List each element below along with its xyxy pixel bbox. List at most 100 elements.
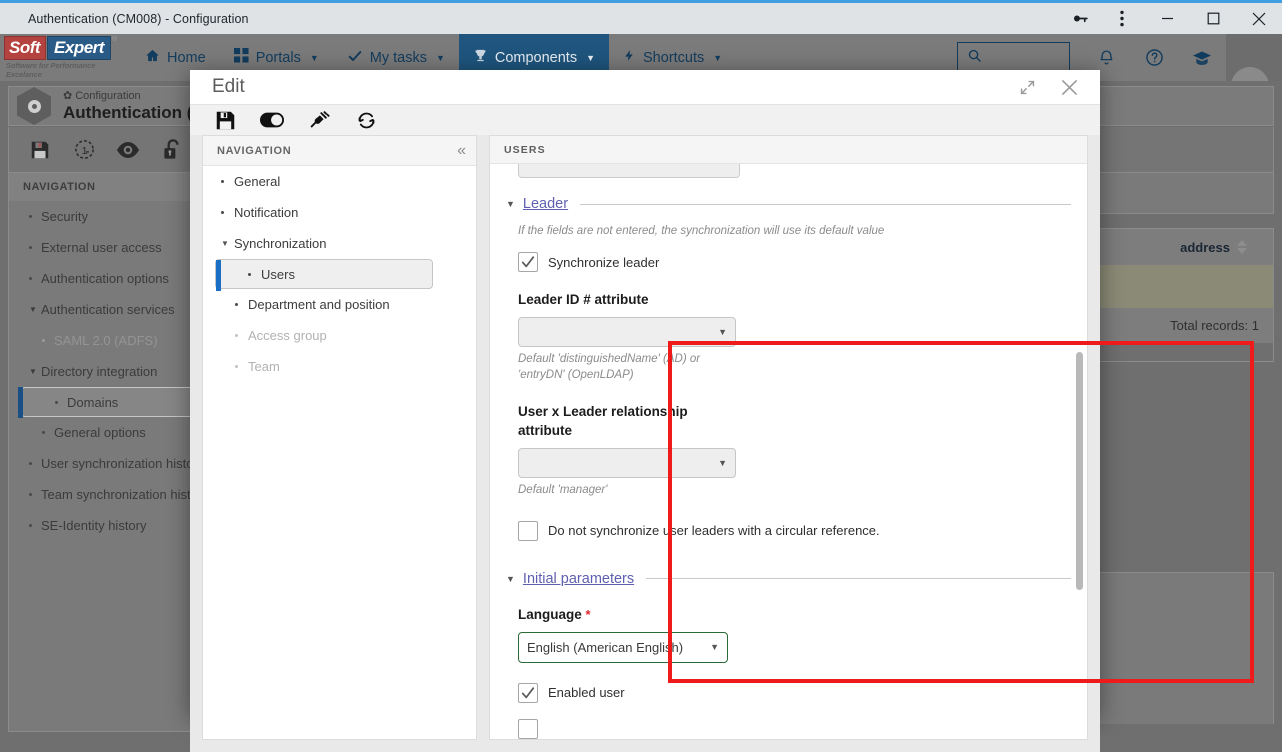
logo-registered-mark: ® (111, 36, 118, 43)
sidebar-item-label: SE-Identity history (41, 518, 147, 533)
enabled-user-checkbox[interactable] (518, 682, 538, 703)
logo-soft-text: Soft (4, 36, 47, 60)
toggle-icon[interactable] (255, 105, 289, 135)
dialog-nav-label: Team (248, 359, 280, 374)
dialog-nav-general[interactable]: General (203, 166, 476, 197)
chevron-down-icon: ▼ (435, 52, 445, 63)
synchronize-leader-checkbox[interactable] (518, 252, 538, 272)
chevron-down-icon: ▼ (718, 326, 727, 337)
sidebar-item-label: External user access (41, 240, 162, 255)
partial-checkbox-below[interactable] (518, 718, 1071, 739)
bullet-icon (235, 334, 238, 337)
section-initial-parameters: ▼ Initial parameters Language * English … (506, 571, 1071, 739)
home-icon (145, 48, 160, 67)
circular-reference-row[interactable]: Do not synchronize user leaders with a c… (518, 520, 1071, 541)
language-select[interactable]: English (American English) ▼ (518, 631, 728, 663)
view-icon[interactable] (111, 133, 145, 167)
sidebar-item-label: Authentication options (41, 271, 169, 286)
chevron-down-icon: ▼ (221, 239, 229, 248)
chevron-down-icon: ▼ (710, 642, 719, 653)
dialog-section-header: USERS (490, 136, 1087, 164)
maximize-button[interactable] (1190, 3, 1236, 34)
sort-icon[interactable] (1237, 240, 1247, 254)
sidebar-item-label: User synchronization history (41, 456, 205, 471)
logo-tagline: Software for Performance Excelance (6, 61, 96, 79)
section-initial-parameters-title: Initial parameters (522, 570, 635, 587)
avatar[interactable] (1226, 34, 1282, 81)
sidebar-item-label: Security (41, 209, 88, 224)
user-leader-relationship-select[interactable]: ▼ (518, 448, 736, 479)
sidebar-item-label: Team synchronization history (41, 487, 209, 502)
search-input[interactable] (957, 42, 1070, 73)
chevron-down-icon: ▼ (718, 458, 727, 469)
bullet-icon (29, 493, 32, 496)
chevron-down-icon: ▼ (713, 52, 723, 63)
window-controls (1060, 3, 1282, 34)
dialog-nav-label: Department and position (248, 297, 390, 312)
required-marker: * (585, 606, 591, 622)
dialog-title: Edit (212, 76, 245, 97)
test-connection-icon[interactable] (302, 105, 336, 135)
bullet-icon (29, 246, 32, 249)
synchronize-icon[interactable] (349, 105, 383, 135)
unlock-icon[interactable] (155, 133, 189, 167)
synchronize-leader-row[interactable]: Synchronize leader (518, 252, 1071, 272)
close-button[interactable] (1236, 3, 1282, 34)
dialog-navigation-title: NAVIGATION (217, 144, 292, 157)
check-icon (347, 48, 363, 68)
language-label: Language * (518, 605, 728, 625)
partial-field-above[interactable] (518, 164, 740, 178)
kebab-menu-icon[interactable] (1100, 3, 1144, 34)
vertical-scrollbar[interactable] (1076, 352, 1083, 590)
search-icon (967, 48, 982, 68)
bullet-icon (221, 180, 224, 183)
chevron-down-icon: ▼ (29, 305, 37, 314)
bullet-icon (42, 339, 45, 342)
dialog-nav-team[interactable]: Team (203, 351, 476, 382)
key-icon[interactable] (1060, 3, 1100, 34)
screen: Authentication (CM008) - Configuration S… (0, 0, 1282, 752)
dialog-navigation: NAVIGATION « General Notification ▼ Synch… (202, 135, 477, 740)
divider (580, 203, 1071, 205)
dialog-nav-synchronization[interactable]: ▼ Synchronization (203, 228, 476, 259)
svg-text:1: 1 (81, 145, 87, 157)
sidebar-item-label: Directory integration (41, 364, 158, 379)
dialog-nav-label: Synchronization (234, 236, 327, 251)
dialog-scroll-area[interactable]: ▼ Leader If the fields are not entered, … (490, 164, 1087, 739)
bullet-icon (55, 400, 58, 404)
chevron-down-icon: ▼ (586, 52, 596, 63)
chevron-down-icon: ▼ (309, 52, 319, 63)
collapse-left-icon[interactable]: « (457, 142, 466, 160)
dialog-nav-label: Access group (248, 328, 327, 343)
synchronize-leader-label: Synchronize leader (548, 254, 660, 270)
dialog-titlebar: Edit (190, 70, 1100, 104)
revision-icon[interactable]: 1 (67, 133, 101, 167)
circular-reference-checkbox[interactable] (518, 520, 538, 541)
save-icon[interactable] (23, 133, 57, 167)
dialog-nav-access-group[interactable]: Access group (203, 320, 476, 351)
help-icon[interactable] (1130, 34, 1178, 81)
section-initial-parameters-header[interactable]: ▼ Initial parameters (506, 571, 1071, 589)
nav-components-label: Components (494, 49, 578, 66)
section-leader-note: If the fields are not entered, the synch… (518, 225, 885, 237)
bullet-icon (235, 303, 238, 306)
edit-dialog: Edit NAVIGATION « General Notification ▼… (190, 70, 1254, 752)
chevron-down-icon: ▼ (506, 573, 515, 584)
section-leader: ▼ Leader If the fields are not entered, … (506, 196, 1071, 541)
dialog-nav-notification[interactable]: Notification (203, 197, 476, 228)
softexpert-logo: Soft Expert ® Software for Performance E… (0, 34, 131, 81)
dialog-nav-users[interactable]: Users (215, 259, 433, 291)
graduation-cap-icon[interactable] (1178, 34, 1226, 81)
enabled-user-row[interactable]: Enabled user (518, 682, 1071, 703)
dialog-nav-department-and-position[interactable]: Department and position (203, 289, 476, 320)
partial-checkbox[interactable] (518, 718, 538, 739)
save-icon[interactable] (208, 105, 242, 135)
section-leader-title: Leader (522, 196, 569, 212)
expand-icon[interactable] (1010, 70, 1044, 104)
minimize-button[interactable] (1144, 3, 1190, 34)
nav-shortcuts-label: Shortcuts (643, 49, 705, 66)
section-leader-header[interactable]: ▼ Leader (506, 196, 1071, 214)
close-icon[interactable] (1052, 70, 1086, 104)
configuration-hex-icon (17, 87, 53, 125)
leader-id-attribute-select[interactable]: ▼ (518, 316, 736, 347)
